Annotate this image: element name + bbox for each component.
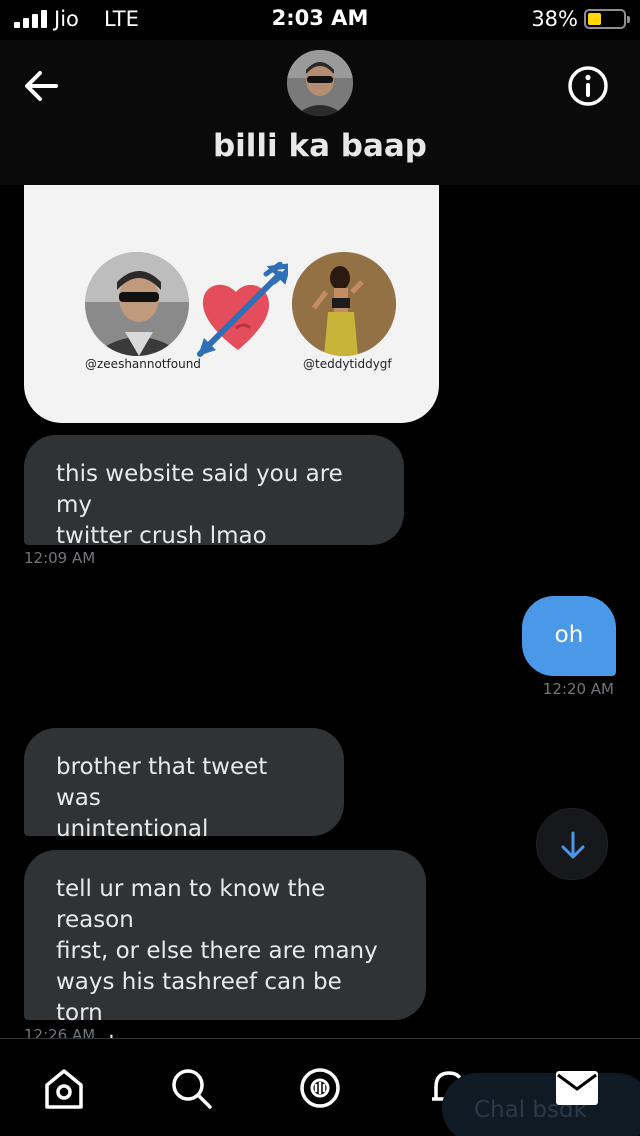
- message-text-line: twitter crush lmao: [56, 523, 267, 549]
- heart-with-arrow-icon: [197, 262, 288, 357]
- left-profile-photo: [85, 252, 189, 356]
- message-text-line: tell ur man to know the reason: [56, 876, 326, 933]
- search-icon[interactable]: [166, 1063, 216, 1113]
- message-text-line: brother that tweet was: [56, 754, 268, 811]
- message-text-line: first, or else there are many: [56, 938, 378, 964]
- message-text-line: unintentional: [56, 816, 209, 842]
- battery-icon: [584, 9, 630, 29]
- message-text-line: oh: [554, 622, 584, 648]
- shared-image-card[interactable]: @zeeshannotfound @teddytiddygf: [24, 150, 439, 423]
- message-bubble[interactable]: tell ur man to know the reason first, or…: [24, 850, 426, 1057]
- back-arrow-icon[interactable]: [18, 62, 66, 110]
- scroll-to-bottom-button[interactable]: [536, 808, 608, 880]
- contact-avatar[interactable]: [287, 50, 353, 116]
- right-profile-photo: [292, 252, 396, 356]
- conversation-header: billi ka baap: [0, 40, 640, 185]
- message-timestamp: 12:09 AM: [24, 549, 96, 567]
- message-timestamp: 12:20 AM: [542, 680, 614, 698]
- arrow-down-icon: [561, 831, 585, 859]
- spaces-icon[interactable]: [295, 1063, 345, 1113]
- message-bubble[interactable]: brother that tweet was unintentional: [24, 728, 344, 842]
- left-handle: @zeeshannotfound: [85, 357, 201, 371]
- bottom-navigation: Chal bsdk: [0, 1038, 640, 1136]
- message-text-line: ways his tashreef can be torn: [56, 969, 342, 1026]
- right-handle: @teddytiddygf: [303, 357, 392, 371]
- contact-name[interactable]: billi ka baap: [0, 128, 640, 164]
- mail-icon[interactable]: [552, 1063, 602, 1113]
- battery-percent: 38%: [531, 7, 578, 31]
- message-bubble[interactable]: this website said you are my twitter cru…: [24, 435, 404, 549]
- info-icon[interactable]: [566, 64, 610, 108]
- message-text-line: this website said you are my: [56, 461, 343, 518]
- home-icon[interactable]: [39, 1063, 89, 1113]
- status-bar: Jio LTE 2:03 AM 38%: [0, 0, 640, 40]
- message-bubble-outgoing[interactable]: oh: [522, 596, 616, 676]
